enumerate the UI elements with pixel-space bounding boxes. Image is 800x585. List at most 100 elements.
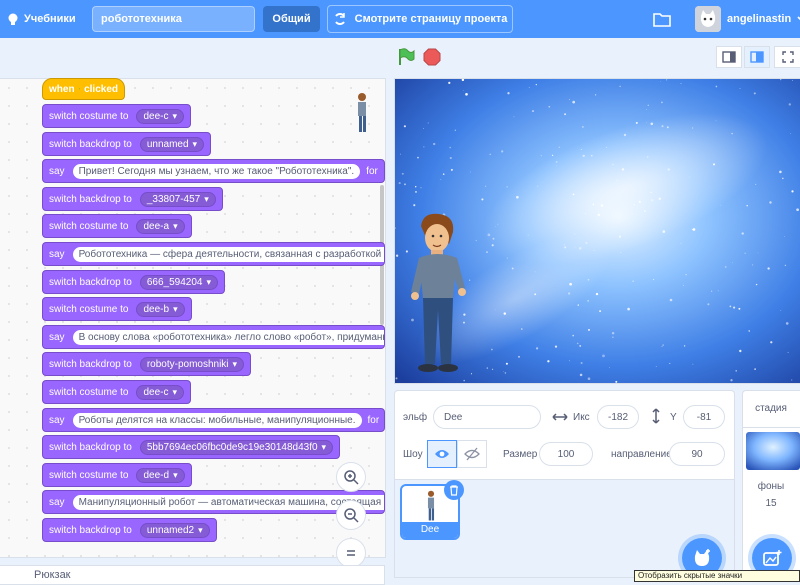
- block-text-input[interactable]: В основу слова «робототехника» легло сло…: [72, 329, 384, 345]
- zoom-in-icon: [344, 470, 359, 485]
- star: [587, 278, 590, 281]
- block-dropdown[interactable]: dee-a: [136, 218, 185, 234]
- show-sprite-button[interactable]: [427, 440, 457, 468]
- star: [620, 252, 622, 253]
- sprite-name-input[interactable]: Dee: [433, 405, 541, 429]
- project-title-input[interactable]: робототехника: [92, 6, 255, 32]
- account-menu[interactable]: angelinastin: [727, 0, 800, 38]
- hide-sprite-button[interactable]: [457, 440, 487, 468]
- sprite-tile-name: Dee: [402, 522, 458, 538]
- block-dropdown[interactable]: dee-b: [136, 301, 185, 317]
- star: [755, 283, 758, 286]
- block-dropdown[interactable]: dee-c: [136, 108, 185, 124]
- block-label: switch costume to: [49, 469, 129, 481]
- star: [790, 132, 792, 134]
- block-text-input[interactable]: Привет! Сегодня мы узнаем, что же такое …: [72, 163, 361, 179]
- star: [503, 312, 507, 315]
- star: [680, 83, 682, 84]
- say-block[interactable]: say В основу слова «робототехника» легло …: [42, 325, 385, 349]
- star: [572, 100, 576, 104]
- switch-costume-block[interactable]: switch costume to dee-d: [42, 463, 192, 487]
- block-dropdown[interactable]: _33807-457: [139, 191, 216, 207]
- star: [717, 290, 719, 292]
- eye-icon: [435, 450, 449, 458]
- block-label: switch backdrop to: [49, 441, 132, 453]
- switch-costume-block[interactable]: switch costume to dee-c: [42, 380, 192, 404]
- star: [413, 204, 416, 207]
- block-label: switch backdrop to: [49, 276, 132, 288]
- stage[interactable]: [394, 78, 800, 384]
- star: [470, 171, 472, 173]
- block-dropdown[interactable]: 5bb7694ec06fbc0de9c19e30148d43f0: [139, 439, 334, 455]
- block-dropdown[interactable]: dee-d: [136, 467, 185, 483]
- switch-costume-block[interactable]: switch costume to dee-b: [42, 297, 192, 321]
- block-dropdown[interactable]: unnamed: [139, 136, 205, 152]
- block-number-input[interactable]: 3: [383, 163, 384, 179]
- say-block[interactable]: say Робототехника — сфера деятельности, с…: [42, 242, 385, 266]
- size-input[interactable]: 100: [539, 442, 593, 466]
- green-flag-icon[interactable]: [396, 47, 416, 67]
- star: [469, 279, 471, 281]
- star: [739, 88, 741, 89]
- zoom-in-button[interactable]: [336, 462, 366, 492]
- switch-backdrop-block[interactable]: switch backdrop to _33807-457: [42, 187, 223, 211]
- block-dropdown[interactable]: dee-c: [136, 384, 185, 400]
- block-text-input[interactable]: Робототехника — сфера деятельности, связ…: [72, 246, 384, 262]
- zoom-reset-button[interactable]: [336, 538, 366, 568]
- switch-backdrop-block[interactable]: switch backdrop to 666_594204: [42, 270, 225, 294]
- large-stage-button[interactable]: [744, 46, 770, 68]
- switch-backdrop-block[interactable]: switch backdrop to 5bb7694ec06fbc0de9c19e…: [42, 435, 341, 459]
- switch-costume-block[interactable]: switch costume to dee-a: [42, 214, 192, 238]
- folder-icon[interactable]: [652, 10, 672, 28]
- zoom-out-button[interactable]: [336, 500, 366, 530]
- star: [662, 230, 666, 233]
- tutorials-button[interactable]: Учебники: [0, 0, 86, 38]
- star: [501, 150, 504, 153]
- star: [551, 154, 554, 157]
- avatar[interactable]: [695, 6, 721, 32]
- say-block[interactable]: say Манипуляционный робот — автоматическа…: [42, 490, 385, 514]
- star: [572, 334, 574, 337]
- y-input[interactable]: -81: [683, 405, 725, 429]
- switch-backdrop-block[interactable]: switch backdrop to roboty-pomoshniki: [42, 352, 252, 376]
- star: [415, 186, 417, 188]
- when-flag-clicked-block[interactable]: when clicked: [42, 78, 125, 100]
- star: [647, 104, 650, 107]
- switch-backdrop-block[interactable]: switch backdrop to unnamed: [42, 132, 212, 156]
- switch-costume-block[interactable]: switch costume to dee-c: [42, 104, 192, 128]
- say-block[interactable]: say Привет! Сегодня мы узнаем, что же так…: [42, 159, 385, 183]
- backdrop-add-icon: [763, 550, 782, 566]
- stop-icon[interactable]: [423, 48, 441, 66]
- backpack-header[interactable]: Рюкзак: [0, 565, 385, 585]
- star: [683, 345, 686, 347]
- block-dropdown[interactable]: 666_594204: [139, 274, 218, 290]
- block-label: say: [49, 414, 65, 426]
- direction-input[interactable]: 90: [669, 442, 725, 466]
- say-block[interactable]: say Роботы делятся на классы: мобильные, …: [42, 408, 385, 432]
- fullscreen-button[interactable]: [774, 46, 800, 68]
- star: [470, 373, 473, 375]
- star: [711, 290, 713, 292]
- star: [528, 87, 530, 88]
- x-input[interactable]: -182: [597, 405, 639, 429]
- star: [405, 250, 408, 253]
- star: [576, 342, 579, 345]
- small-stage-button[interactable]: [716, 46, 742, 68]
- see-project-page-button[interactable]: Смотрите страницу проекта: [327, 5, 513, 33]
- stage-thumbnail[interactable]: [746, 432, 800, 470]
- star: [507, 92, 510, 95]
- star: [752, 264, 754, 266]
- see-project-label: Смотрите страницу проекта: [354, 13, 508, 25]
- star: [450, 168, 453, 171]
- star: [415, 191, 417, 193]
- switch-backdrop-block[interactable]: switch backdrop to unnamed2: [42, 518, 217, 542]
- delete-sprite-button[interactable]: [444, 480, 464, 500]
- star: [757, 252, 759, 254]
- block-dropdown[interactable]: unnamed2: [139, 522, 210, 538]
- block-text-input[interactable]: Роботы делятся на классы: мобильные, ман…: [72, 412, 362, 428]
- star: [568, 360, 570, 362]
- share-button[interactable]: Общий: [263, 6, 320, 32]
- block-dropdown[interactable]: roboty-pomoshniki: [139, 356, 245, 372]
- star: [608, 207, 610, 209]
- star: [612, 336, 614, 338]
